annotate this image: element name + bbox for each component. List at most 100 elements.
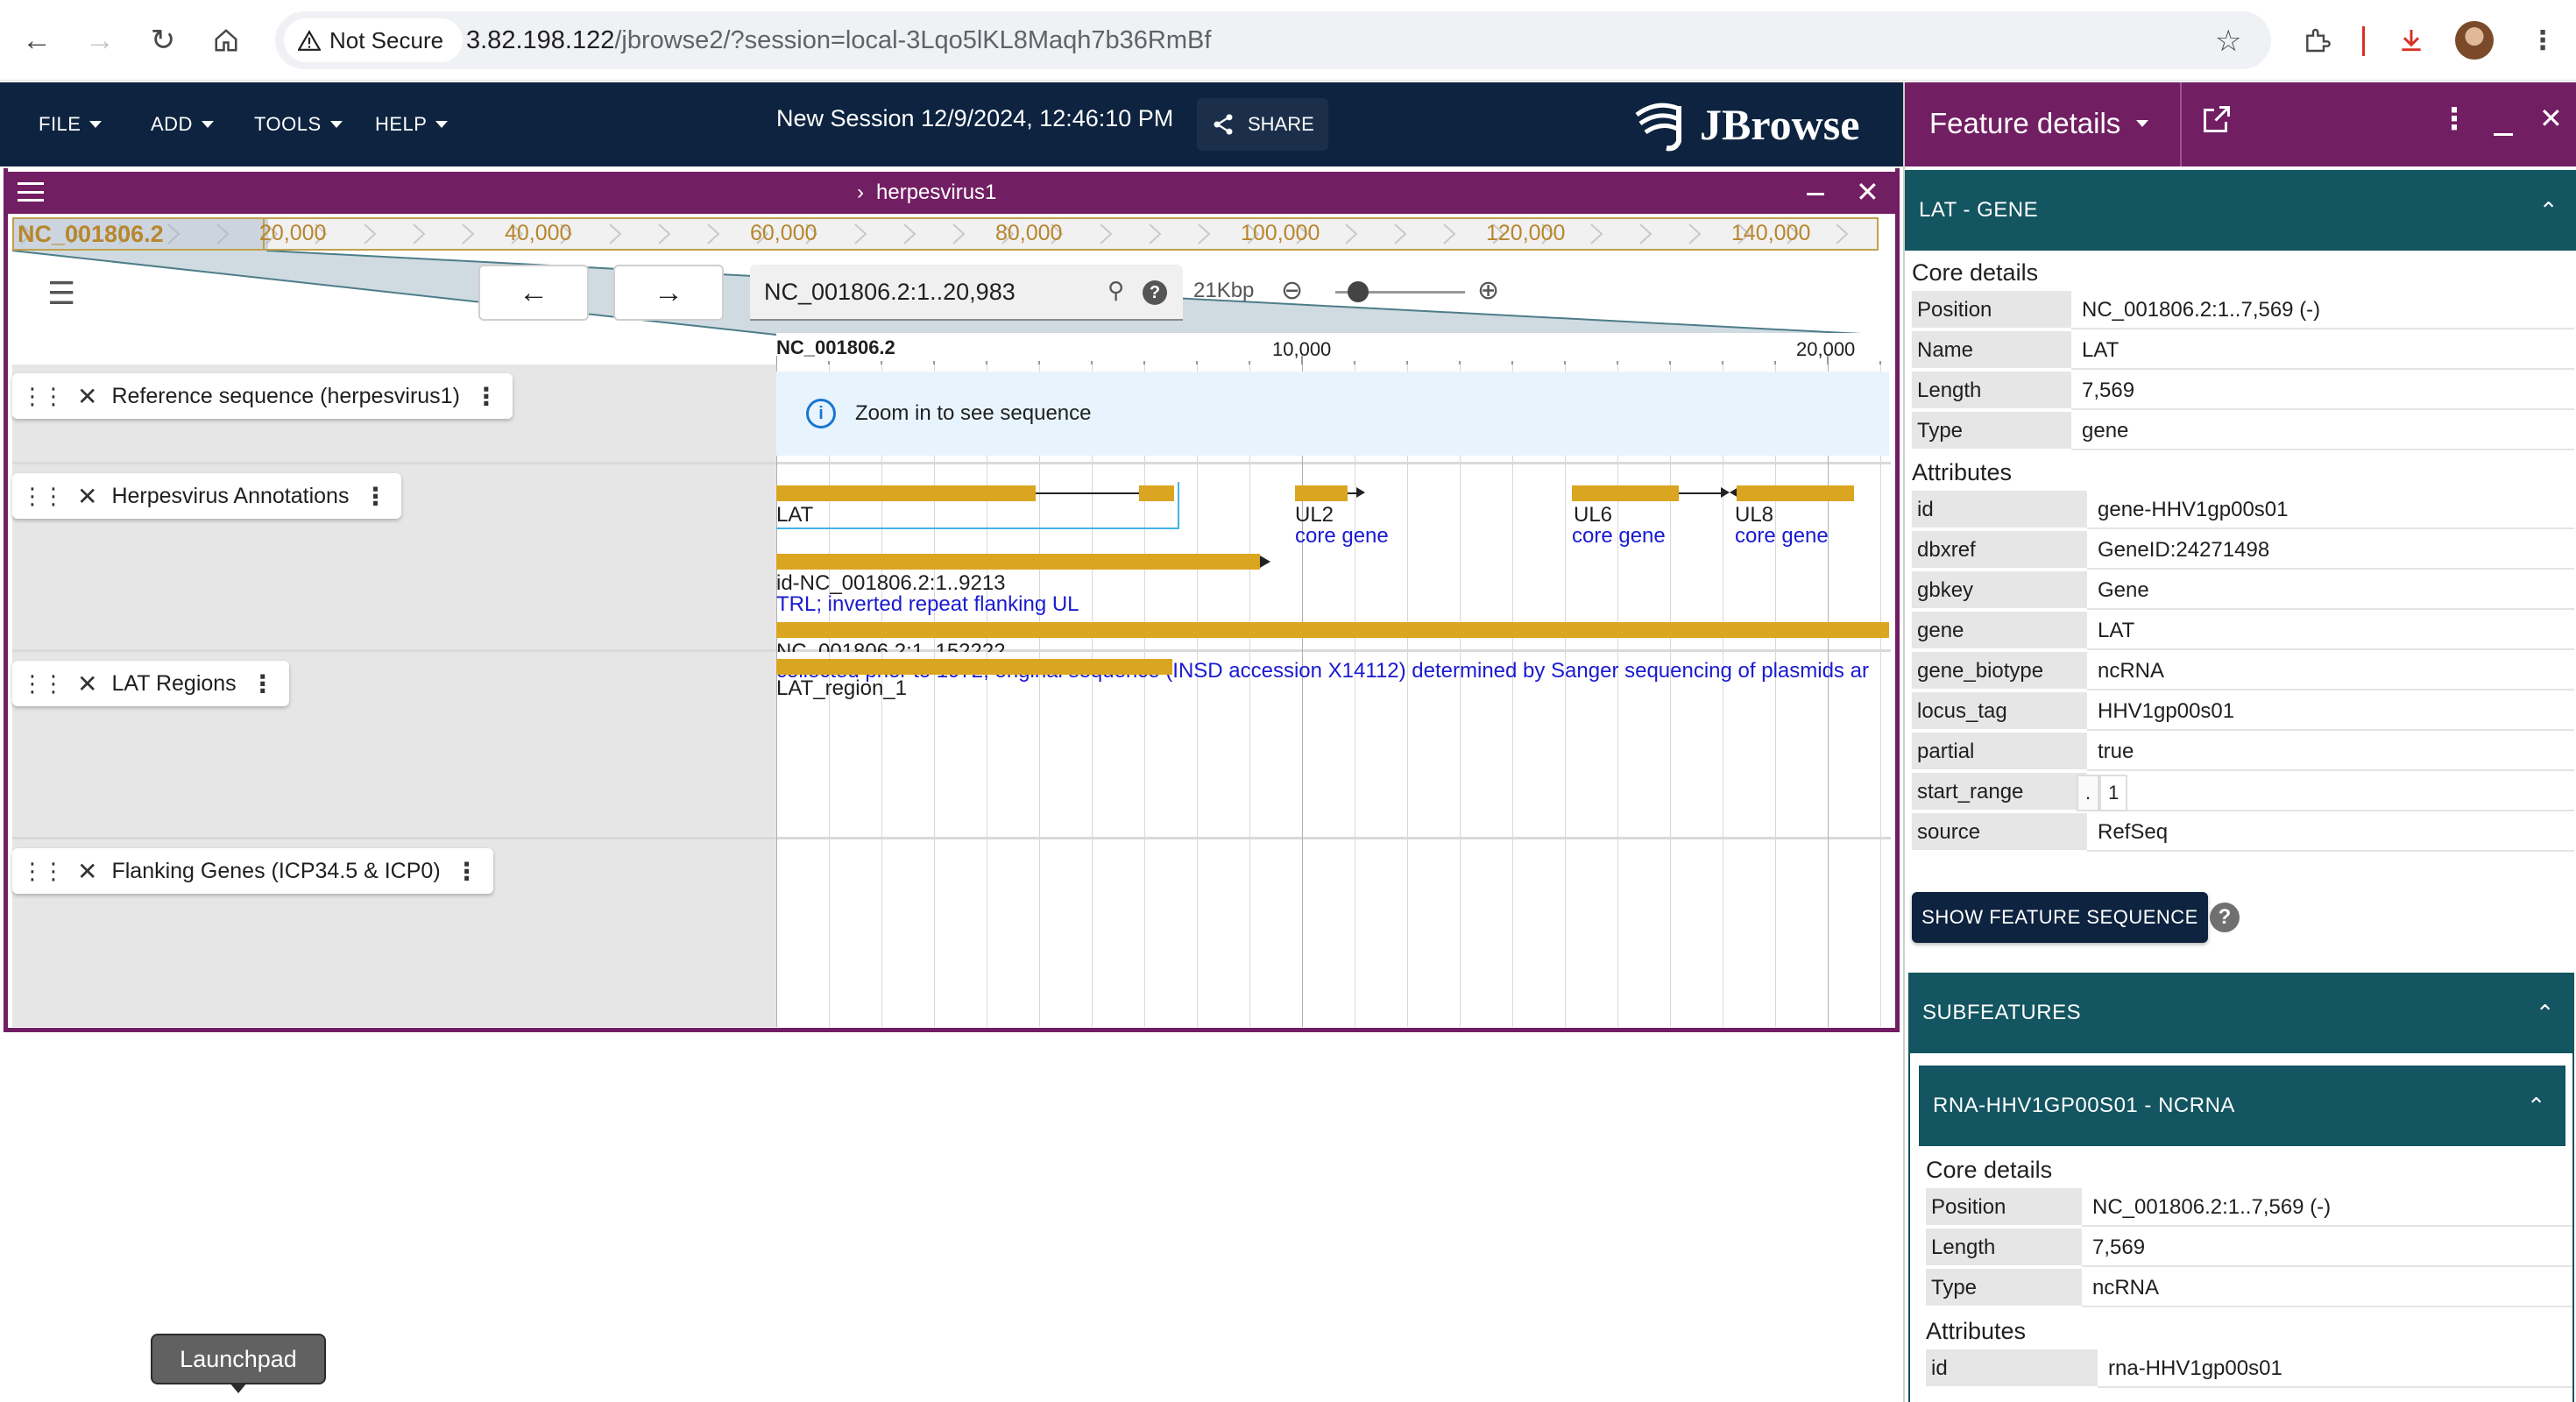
detail-value[interactable]: NC_001806.2:1..7,569 (-) (2071, 291, 2574, 329)
reload-icon[interactable]: ↻ (138, 16, 188, 65)
detail-value[interactable]: GeneID:24271498 (2087, 531, 2574, 570)
strand-arrow-icon (1721, 487, 1730, 498)
detail-value[interactable]: Gene (2087, 571, 2574, 610)
detail-value[interactable]: ncRNA (2082, 1269, 2572, 1307)
detail-value[interactable]: RefSeq (2087, 813, 2574, 852)
zoom-out-icon[interactable]: ⊖ (1281, 275, 1303, 306)
drawer-header: Feature details ⋮ ✕ (1905, 82, 2576, 166)
help-icon[interactable]: ? (2210, 903, 2240, 932)
detail-value[interactable]: 7,569 (2071, 372, 2574, 410)
annotations-canvas[interactable]: LAT UL2 core gene UL6 core gene UL8 core… (776, 464, 1889, 652)
search-icon[interactable]: ⚲ (1108, 277, 1124, 304)
help-menu-button[interactable]: HELP (375, 107, 449, 142)
zoom-in-icon[interactable]: ⊕ (1477, 275, 1499, 306)
site-info-chip[interactable]: Not Secure (284, 18, 464, 62)
strand-arrow-icon (1260, 556, 1270, 568)
back-icon[interactable]: ← (12, 16, 61, 65)
drawer-menu-icon[interactable]: ⋮ (2439, 102, 2469, 137)
detail-key: Length (1926, 1229, 2082, 1267)
feature-ul6[interactable] (1572, 485, 1679, 501)
chevron-down-icon (89, 121, 103, 128)
download-icon[interactable] (2387, 16, 2436, 65)
chrome-menu-icon[interactable]: ⋮ (2518, 16, 2567, 65)
track-menu-icon[interactable]: ⋮ (251, 669, 275, 698)
address-bar[interactable]: Not Secure 3.82.198.122/jbrowse2/?sessio… (275, 11, 2271, 69)
track-selector-icon[interactable]: ☰ (47, 275, 75, 312)
tools-menu-button[interactable]: TOOLS (254, 107, 343, 142)
detail-value[interactable]: LAT (2071, 331, 2574, 370)
detail-value[interactable]: gene (2071, 412, 2574, 450)
feature-ul8[interactable] (1737, 485, 1854, 501)
add-menu-button[interactable]: ADD (151, 107, 214, 142)
detail-value[interactable]: NC_001806.2:1..7,569 (-) (2082, 1188, 2572, 1227)
close-track-icon[interactable]: ✕ (77, 857, 97, 886)
view-header: › herpesvirus1 ✕ (4, 172, 1900, 214)
close-track-icon[interactable]: ✕ (77, 482, 97, 511)
forward-icon[interactable]: → (75, 16, 124, 65)
bookmark-star-icon[interactable]: ☆ (2215, 24, 2241, 59)
drag-handle-icon[interactable]: ⋮⋮ (21, 483, 65, 510)
overview-tick: 40,000 (505, 221, 572, 245)
detail-value[interactable]: 7,569 (2082, 1229, 2572, 1267)
feature-lat-region[interactable] (776, 659, 1172, 675)
close-track-icon[interactable]: ✕ (77, 382, 97, 411)
rna-section-header[interactable]: RNA-HHV1GP00S01 - NCRNA ⌃ (1919, 1066, 2565, 1146)
drag-handle-icon[interactable]: ⋮⋮ (21, 858, 65, 885)
close-track-icon[interactable]: ✕ (77, 669, 97, 698)
zoom-slider-thumb[interactable] (1348, 281, 1369, 302)
scroll-right-button[interactable]: → (613, 265, 724, 321)
drag-handle-icon[interactable]: ⋮⋮ (21, 670, 65, 697)
home-icon[interactable] (202, 16, 251, 65)
zoom-in-message: i Zoom in to see sequence (776, 372, 1889, 456)
track-label: ⋮⋮ ✕ LAT Regions ⋮ (12, 661, 289, 706)
detail-value[interactable]: rna-HHV1gp00s01 (2098, 1349, 2572, 1388)
feature-ul2[interactable] (1295, 485, 1348, 501)
file-menu-button[interactable]: FILE (39, 107, 103, 142)
profile-avatar[interactable] (2455, 21, 2494, 60)
view-menu-icon[interactable] (18, 179, 44, 205)
core-details-title: Core details (1912, 259, 2039, 286)
location-search-input[interactable]: NC_001806.2:1..20,983 ⚲ ? (750, 265, 1183, 321)
track-menu-icon[interactable]: ⋮ (474, 382, 499, 411)
close-drawer-icon[interactable]: ✕ (2539, 102, 2563, 135)
detail-value[interactable]: true (2087, 733, 2574, 771)
feature-trl-repeat[interactable] (776, 554, 1260, 570)
assembly-name: herpesvirus1 (876, 181, 997, 204)
drawer-widget-select[interactable]: Feature details (1929, 107, 2149, 140)
subfeatures-title: SUBFEATURES (1922, 1001, 2082, 1024)
show-feature-sequence-button[interactable]: SHOW FEATURE SEQUENCE (1912, 892, 2208, 943)
detail-value[interactable]: ncRNA (2087, 652, 2574, 690)
assembly-name-header[interactable]: › herpesvirus1 (857, 181, 996, 205)
share-button[interactable]: SHARE (1197, 98, 1328, 151)
overview-scalebar[interactable]: NC_001806.2 20,000 40,000 60,000 80,000 … (12, 217, 1879, 251)
session-title[interactable]: New Session 12/9/2024, 12:46:10 PM (776, 105, 1173, 132)
share-icon (1214, 114, 1233, 135)
detail-value[interactable]: LAT (2087, 612, 2574, 650)
extensions-icon[interactable] (2292, 16, 2341, 65)
feature-description: TRL; inverted repeat flanking UL (776, 592, 1079, 616)
track-name: Reference sequence (herpesvirus1) (111, 383, 460, 408)
tooltip-arrow (230, 1383, 247, 1393)
help-icon[interactable]: ? (1143, 280, 1167, 305)
close-view-icon[interactable]: ✕ (1856, 175, 1879, 209)
popout-icon[interactable] (2201, 103, 2233, 139)
track-menu-icon[interactable]: ⋮ (363, 482, 387, 511)
detail-row: Position NC_001806.2:1..7,569 (-) (1912, 291, 2574, 329)
start-range-value: . (2077, 775, 2100, 811)
subfeatures-header[interactable]: SUBFEATURES ⌃ (1908, 973, 2574, 1053)
detail-value[interactable]: gene-HHV1gp00s01 (2087, 491, 2574, 529)
chevron-down-icon (201, 121, 214, 128)
drag-handle-icon[interactable]: ⋮⋮ (21, 383, 65, 410)
detail-value[interactable] (2087, 773, 2574, 811)
scroll-left-button[interactable]: ← (478, 265, 589, 321)
detail-value[interactable]: HHV1gp00s01 (2087, 692, 2574, 731)
minimize-drawer-icon[interactable] (2494, 133, 2513, 136)
gene-section-header[interactable]: LAT - GENE ⌃ (1905, 170, 2576, 251)
feature-source-region[interactable] (776, 622, 1889, 638)
detail-key: partial (1912, 733, 2087, 771)
detail-key: gene_biotype (1912, 652, 2087, 690)
url-text[interactable]: 3.82.198.122/jbrowse2/?session=local-3Lq… (466, 11, 1211, 69)
minimize-view-icon[interactable] (1807, 193, 1824, 195)
chevron-up-icon: ⌃ (2535, 999, 2555, 1026)
track-menu-icon[interactable]: ⋮ (455, 857, 479, 886)
